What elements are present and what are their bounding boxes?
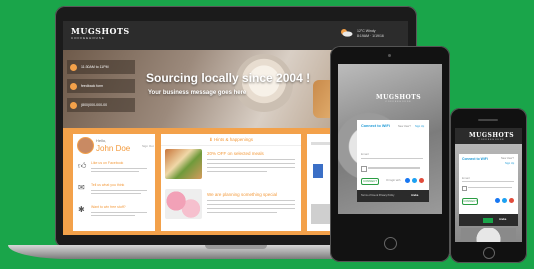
text-line — [207, 171, 267, 173]
aruba-logo: Aruba — [499, 218, 507, 221]
text-line — [207, 212, 277, 214]
email-field[interactable]: Email — [361, 152, 423, 159]
text-line — [91, 168, 147, 169]
dialog-title: Connect to WiFi — [462, 157, 488, 161]
sign-up-link[interactable]: Sign Up — [505, 162, 514, 165]
news-title[interactable]: 20% OFF on selected meals — [207, 151, 264, 156]
facebook-icon[interactable] — [495, 198, 500, 203]
terms-checkbox[interactable] — [361, 166, 367, 172]
terms-checkbox[interactable] — [462, 186, 467, 191]
brand-logo: MUGSHOTS COFFEEHOUSE — [469, 132, 515, 141]
list-item[interactable]: 👍︎ Like us on Facebook — [77, 160, 151, 178]
phone-screen: MUGSHOTS COFFEEHOUSE Connect to WiFi New… — [455, 128, 522, 242]
latte-art-image — [461, 228, 516, 242]
text-line — [207, 208, 295, 210]
dialog-footer: Aruba — [459, 214, 518, 226]
brand-logo[interactable]: MUGSHOTS COFFEEHOUSE — [71, 26, 130, 40]
thumbs-up-icon: 👍︎ — [78, 161, 87, 170]
text-line — [91, 193, 141, 194]
sign-out-link[interactable]: Sign Out — [142, 144, 154, 148]
avatar[interactable] — [77, 137, 94, 154]
new-user-text: New User? — [501, 157, 514, 160]
text-line — [207, 200, 295, 202]
email-field[interactable]: Email — [462, 176, 514, 182]
news-header: ⬇︎ Hints & happenings — [161, 134, 301, 146]
google-icon[interactable] — [419, 178, 424, 183]
news-title[interactable]: We are planning something special — [207, 192, 277, 197]
login-with-text: Or login with — [386, 179, 401, 182]
hero-message: Your business message goes here — [148, 90, 247, 96]
facebook-icon[interactable] — [405, 178, 410, 183]
wifi-icon — [483, 218, 493, 223]
list-item[interactable]: ✉︎ Tell us what you think — [77, 182, 151, 200]
aruba-logo: Aruba — [411, 194, 419, 197]
hero-title: Sourcing locally since 2004 ! — [146, 71, 311, 85]
info-hours[interactable]: 11:30AM to 11PM — [67, 60, 135, 74]
wifi-dialog: Connect to WiFi New User? Sign Up Email … — [357, 120, 429, 202]
list-item[interactable]: ✱ Want to win free stuff? — [77, 204, 151, 222]
greeting: Hello, — [96, 138, 107, 143]
twitter-icon[interactable] — [412, 178, 417, 183]
profile-card: Hello, John Doe Sign Out 👍︎ Like us on F… — [73, 134, 155, 231]
terms-link[interactable]: Terms of Use & Privacy Policy — [361, 194, 394, 197]
facebook-tile[interactable] — [313, 164, 323, 178]
brand-logo: MUGSHOTS COFFEEHOUSE — [376, 94, 422, 103]
tablet-camera — [388, 54, 391, 57]
text-line — [207, 204, 295, 206]
chat-icon: ✉︎ — [78, 183, 85, 192]
feedback-icon — [70, 82, 77, 90]
text-line — [368, 167, 420, 169]
text-line — [91, 215, 135, 216]
text-line — [91, 212, 147, 213]
text-line — [207, 167, 295, 169]
info-phone[interactable]: (800)000-000-00 — [67, 98, 135, 112]
connect-button[interactable]: CONNECT — [462, 198, 478, 205]
twitter-icon[interactable] — [502, 198, 507, 203]
user-name: John Doe — [96, 144, 131, 153]
phone-speaker — [478, 119, 498, 121]
google-icon[interactable] — [509, 198, 514, 203]
tablet-screen: MUGSHOTS COFFEEHOUSE Connect to WiFi New… — [338, 64, 442, 214]
dialog-title: Connect to WiFi — [361, 124, 390, 128]
phone-home-button[interactable] — [483, 247, 495, 259]
text-line — [468, 187, 512, 189]
sun-cloud-icon — [341, 29, 353, 37]
clock-icon — [70, 63, 77, 71]
macaron-image[interactable] — [165, 189, 202, 219]
info-feedback[interactable]: feedback form — [67, 79, 135, 93]
sparkle-icon: ✱ — [78, 205, 85, 214]
sign-up-link[interactable]: Sign Up — [415, 125, 424, 128]
connect-button[interactable]: CONNECT — [361, 178, 379, 185]
text-line — [91, 190, 147, 191]
wifi-dialog: Connect to WiFi New User? Sign Up Email … — [459, 154, 518, 226]
weather-readout: 12°C Windy 8:19AM · 1/19/16 — [357, 29, 384, 38]
news-card: ⬇︎ Hints & happenings 20% OFF on selecte… — [161, 134, 301, 231]
dialog-footer: Terms of Use & Privacy Policy Aruba — [357, 190, 429, 202]
phone-icon — [70, 101, 77, 109]
new-user-text: New User? — [398, 125, 411, 128]
text-line — [207, 163, 295, 165]
text-line — [91, 171, 139, 172]
tablet-home-button[interactable] — [384, 237, 397, 250]
sandwich-image[interactable] — [165, 149, 202, 179]
text-line — [207, 159, 295, 161]
laptop-notch — [205, 245, 267, 249]
